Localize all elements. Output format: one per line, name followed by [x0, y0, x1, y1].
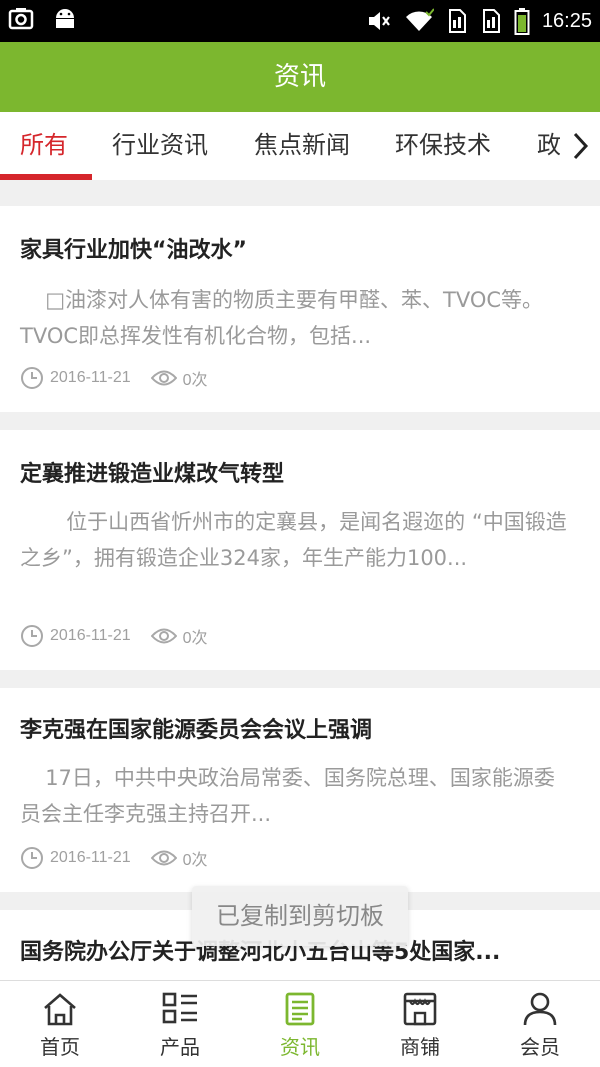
mute-icon — [368, 12, 390, 30]
article-card[interactable]: 家具行业加快“油改水” □油漆对人体有害的物质主要有甲醛、苯、TVOC等。TVO… — [0, 206, 600, 412]
article-title[interactable]: 李克强在国家能源委员会会议上强调 — [20, 712, 580, 744]
copied-toast: 已复制到剪切板 — [192, 886, 408, 946]
nav-products[interactable]: 产品 — [120, 981, 240, 1067]
nav-label: 首页 — [40, 1035, 80, 1059]
bottom-nav: 首页 产品 资讯 商铺 会员 — [0, 980, 600, 1067]
article-views: 0次 — [182, 372, 208, 389]
nav-member[interactable]: 会员 — [480, 981, 600, 1067]
tab-environmental-tech[interactable]: 环保技术 — [395, 112, 491, 180]
eye-icon — [150, 370, 177, 386]
article-summary: 位于山西省忻州市的定襄县，是闻名遐迩的 “中国锻造之乡”，拥有锻造企业324家，… — [20, 510, 567, 570]
clock-icon — [21, 847, 43, 869]
page-title: 资讯 — [273, 62, 326, 92]
article-title[interactable]: 定襄推进锻造业煤改气转型 — [20, 456, 580, 488]
app-header: 资讯 — [0, 42, 600, 112]
article-date: 2016-11-21 — [50, 627, 131, 644]
article-date: 2016-11-21 — [50, 849, 131, 866]
shop-icon — [403, 992, 437, 1026]
eye-icon — [150, 628, 177, 644]
sim-card-2-icon — [482, 9, 500, 33]
tabs-scroll-right-button[interactable] — [560, 112, 600, 180]
article-views: 0次 — [182, 630, 208, 647]
article-meta: 2016-11-21 0次 — [20, 366, 208, 390]
screenshot-icon — [8, 8, 34, 30]
clock: 16:25 — [541, 10, 592, 32]
article-summary: □油漆对人体有害的物质主要有甲醛、苯、TVOC等。TVOC即总挥发性有机化合物，… — [20, 288, 544, 348]
android-icon — [56, 9, 74, 28]
active-tab-indicator — [0, 174, 92, 180]
clock-icon — [21, 625, 43, 647]
article-meta: 2016-11-21 0次 — [20, 846, 208, 870]
chevron-right-icon — [573, 132, 589, 160]
tab-industry-news[interactable]: 行业资讯 — [112, 112, 208, 180]
sim-card-icon — [448, 9, 466, 33]
nav-label: 资讯 — [280, 1035, 320, 1059]
nav-news[interactable]: 资讯 — [240, 981, 360, 1067]
category-tabs: 所有 行业资讯 焦点新闻 环保技术 政策 — [0, 112, 600, 180]
tab-focus-news[interactable]: 焦点新闻 — [254, 112, 350, 180]
nav-label: 商铺 — [400, 1035, 440, 1059]
nav-label: 产品 — [160, 1035, 200, 1059]
nav-shops[interactable]: 商铺 — [360, 981, 480, 1067]
article-card[interactable]: 李克强在国家能源委员会会议上强调 17日，中共中央政治局常委、国务院总理、国家能… — [0, 688, 600, 892]
eye-icon — [150, 850, 177, 866]
article-title[interactable]: 家具行业加快“油改水” — [20, 232, 580, 264]
article-views: 0次 — [182, 852, 208, 869]
status-bar: 16:25 — [0, 0, 600, 42]
article-card[interactable]: 定襄推进锻造业煤改气转型 位于山西省忻州市的定襄县，是闻名遐迩的 “中国锻造之乡… — [0, 430, 600, 670]
home-icon — [44, 993, 76, 1026]
wifi-icon — [405, 8, 434, 31]
clock-icon — [21, 367, 43, 389]
article-date: 2016-11-21 — [50, 369, 131, 386]
user-icon — [523, 992, 557, 1026]
article-summary: 17日，中共中央政治局常委、国务院总理、国家能源委员会主任李克强主持召开... — [20, 766, 555, 826]
article-meta: 2016-11-21 0次 — [20, 624, 208, 648]
grid-list-icon — [162, 992, 197, 1024]
nav-home[interactable]: 首页 — [0, 981, 120, 1067]
nav-label: 会员 — [520, 1035, 560, 1059]
battery-icon — [514, 8, 530, 35]
news-icon — [285, 992, 315, 1026]
tab-all[interactable]: 所有 — [20, 112, 68, 180]
